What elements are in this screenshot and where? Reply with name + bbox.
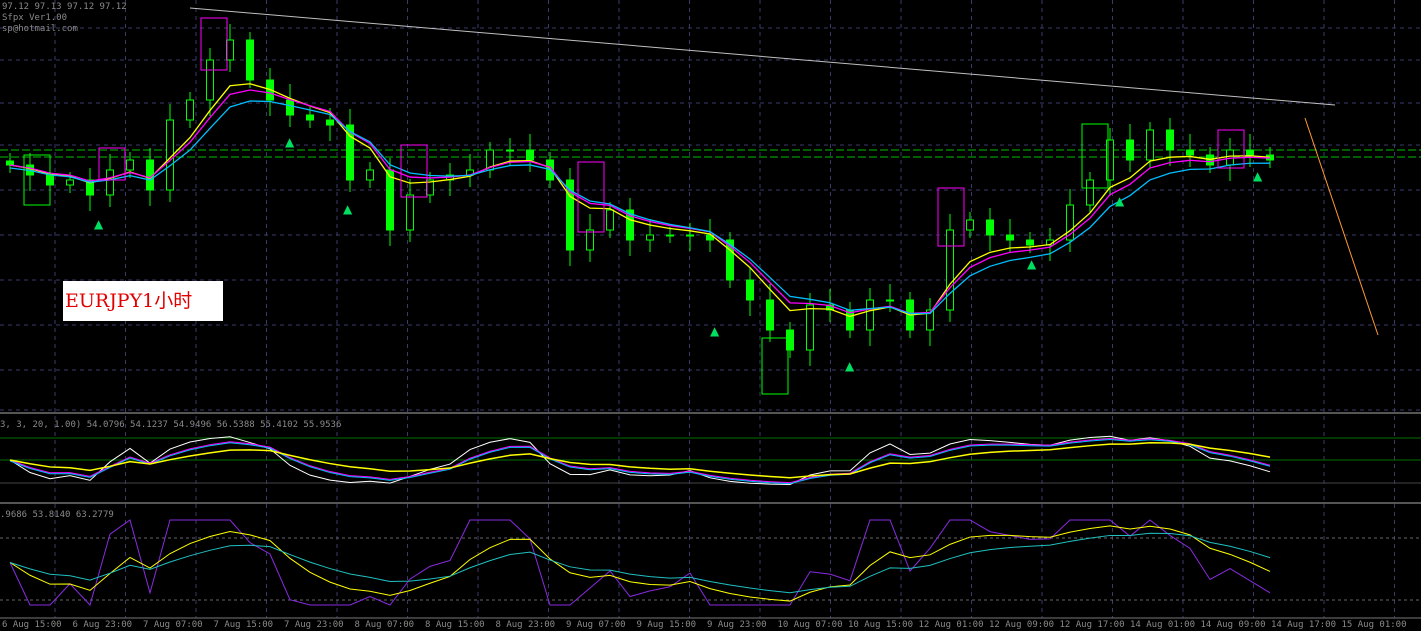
- time-tick-label: 12 Aug 09:00: [989, 620, 1055, 630]
- candle-body: [666, 234, 674, 237]
- symbol-timeframe-label: EURJPY1小时: [63, 281, 223, 321]
- candle-body: [246, 39, 254, 81]
- time-tick-label: 9 Aug 15:00: [636, 620, 697, 630]
- time-tick-label: 12 Aug 01:00: [918, 620, 984, 630]
- candle-body: [986, 219, 994, 236]
- candle-body: [1166, 129, 1174, 151]
- signal-arrow-icon: ▲: [1115, 194, 1125, 208]
- trend-line: [189, 7, 1336, 106]
- time-tick-label: 7 Aug 07:00: [143, 620, 203, 630]
- candle-body: [946, 229, 954, 311]
- time-tick-label: 8 Aug 15:00: [425, 620, 485, 630]
- signal-arrow-icon: ▲: [1253, 169, 1263, 183]
- signal-arrow-icon: ▲: [1027, 257, 1037, 271]
- signal-arrow-icon: ▲: [94, 217, 104, 231]
- time-tick-label: 14 Aug 09:00: [1200, 620, 1266, 630]
- rsi-yellow-line: [9, 525, 1271, 602]
- stochastic-signal-line: [9, 437, 1271, 484]
- time-tick-label: 8 Aug 23:00: [495, 620, 556, 630]
- candle-body: [326, 119, 334, 126]
- time-tick-label: 10 Aug 15:00: [848, 620, 914, 630]
- candle-body: [1006, 234, 1014, 241]
- indicator-email: sp@hotmail.com: [2, 24, 78, 34]
- time-tick-label: 12 Aug 17:00: [1059, 620, 1125, 630]
- candle-body: [206, 59, 214, 101]
- time-tick-label: 7 Aug 15:00: [213, 620, 274, 630]
- indicator-name: Sfpx Ver1.00: [2, 13, 68, 23]
- time-tick-label: 6 Aug 15:00: [2, 620, 62, 630]
- candle-body: [506, 149, 514, 152]
- time-tick-label: 14 Aug 17:00: [1271, 620, 1337, 630]
- candle-body: [766, 299, 774, 331]
- signal-box: [1081, 123, 1109, 189]
- time-tick-label: 14 Aug 01:00: [1130, 620, 1196, 630]
- candle-body: [606, 209, 614, 231]
- indicator1-label: 3, 3, 20, 1.00) 54.0796 54.1237 54.9496 …: [0, 420, 342, 430]
- candle-body: [1086, 179, 1094, 206]
- candle-body: [106, 169, 114, 196]
- candle-body: [186, 99, 194, 121]
- candle-body: [746, 279, 754, 301]
- candle-body: [406, 194, 414, 231]
- signal-arrow-icon: ▲: [845, 359, 855, 373]
- candle-body: [126, 159, 134, 171]
- candle-body: [886, 299, 894, 302]
- candle-body: [586, 229, 594, 251]
- indicator2-label: .9686 53.8140 63.2779: [0, 510, 114, 520]
- candle-body: [1126, 139, 1134, 161]
- ohlc-readout: 97.12 97.13 97.12 97.12: [2, 2, 127, 12]
- rsi-purple-line: [9, 519, 1271, 606]
- candle-body: [806, 304, 814, 351]
- projection-line: [1304, 117, 1379, 336]
- candle-body: [386, 169, 394, 231]
- time-tick-label: 7 Aug 23:00: [284, 620, 344, 630]
- candle-body: [1026, 239, 1034, 246]
- time-tick-label: 8 Aug 07:00: [354, 620, 415, 630]
- candle-body: [686, 234, 694, 237]
- candle-body: [366, 169, 374, 181]
- candle-body: [306, 114, 314, 121]
- candle-body: [526, 149, 534, 161]
- candle-body: [646, 234, 654, 241]
- time-tick-label: 6 Aug 23:00: [72, 620, 133, 630]
- candle-body: [226, 39, 234, 61]
- time-tick-label: 10 Aug 07:00: [777, 620, 843, 630]
- signal-arrow-icon: ▲: [343, 202, 353, 216]
- candle-body: [66, 179, 74, 186]
- candle-body: [286, 99, 294, 116]
- signal-box: [761, 337, 789, 395]
- candle-body: [1186, 149, 1194, 156]
- time-tick-label: 9 Aug 07:00: [566, 620, 626, 630]
- time-tick-label: 15 Aug 01:00: [1341, 620, 1407, 630]
- signal-arrow-icon: ▲: [710, 324, 720, 338]
- signal-arrow-icon: ▲: [285, 135, 295, 149]
- candle-body: [866, 299, 874, 331]
- candle-body: [966, 219, 974, 231]
- time-tick-label: 9 Aug 23:00: [707, 620, 767, 630]
- candle-body: [6, 160, 14, 166]
- rsi-cyan-line: [9, 532, 1271, 594]
- candle-body: [1146, 129, 1154, 161]
- candle-body: [1246, 149, 1254, 156]
